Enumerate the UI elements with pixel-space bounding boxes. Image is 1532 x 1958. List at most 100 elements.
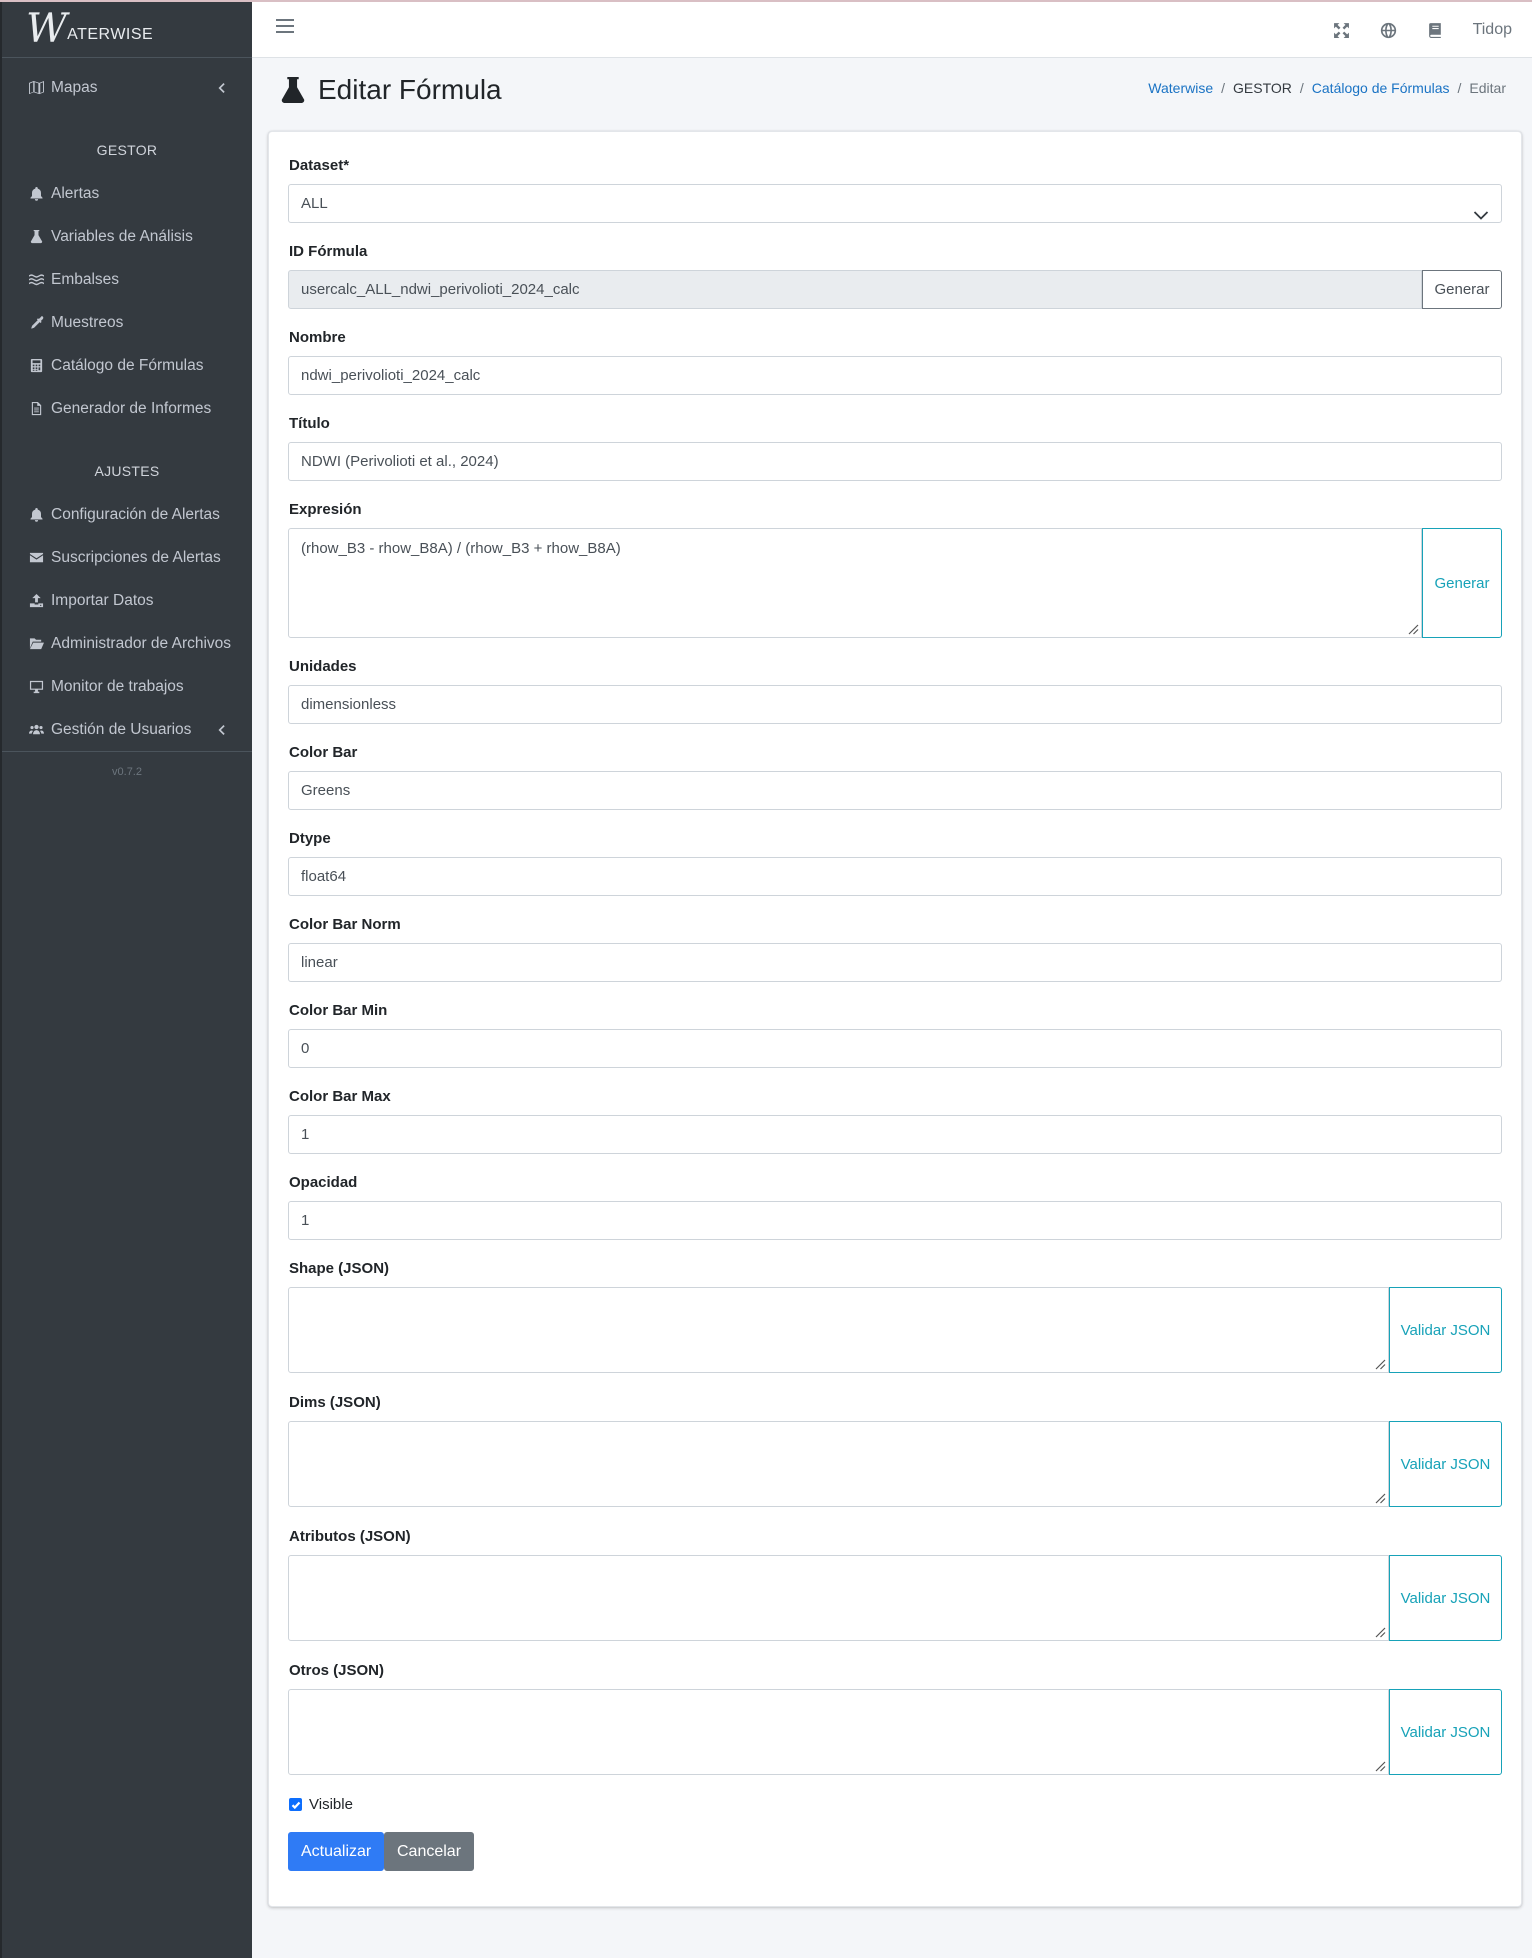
visible-checkbox[interactable] (289, 1798, 302, 1811)
resize-grip-icon[interactable] (1373, 1491, 1386, 1504)
page-title-text: Editar Fórmula (318, 74, 502, 105)
sidebar-item-label: Configuración de Alertas (51, 505, 220, 523)
chevron-left-icon (216, 723, 226, 735)
unidades-input[interactable]: dimensionless (288, 685, 1502, 724)
color-bar-input[interactable]: Greens (288, 771, 1502, 810)
sidebar-item-alertas[interactable]: Alertas (2, 172, 252, 215)
globe-icon[interactable] (1379, 20, 1399, 40)
sidebar-item-label: Suscripciones de Alertas (51, 548, 221, 566)
sidebar-header-ajustes: AJUSTES (94, 463, 160, 479)
page-title: Editar Fórmula (280, 74, 502, 106)
expand-icon[interactable] (1332, 20, 1352, 40)
chevron-left-icon (216, 81, 226, 93)
sidebar-item-monitor-trabajos[interactable]: Monitor de trabajos (2, 665, 252, 708)
sidebar-item-label: Monitor de trabajos (51, 677, 184, 695)
map-icon (28, 80, 44, 96)
shape-json-label: Shape (JSON) (289, 1260, 390, 1277)
brand-logo[interactable]: W ATERWISE (2, 0, 252, 58)
color-bar-label: Color Bar (289, 744, 358, 761)
visible-label: Visible (309, 1796, 353, 1813)
sidebar-item-configuracion-alertas[interactable]: Configuración de Alertas (2, 493, 252, 536)
breadcrumb-separator: / (1221, 80, 1226, 96)
users-icon (28, 722, 44, 738)
top-accent-line (0, 0, 1532, 2)
sidebar-item-administrador-archivos[interactable]: Administrador de Archivos (2, 622, 252, 665)
folder-open-icon (28, 636, 44, 652)
cancel-button[interactable]: Cancelar (384, 1832, 475, 1871)
sidebar-item-importar-datos[interactable]: Importar Datos (2, 579, 252, 622)
validate-otros-json-button[interactable]: Validar JSON (1389, 1689, 1502, 1775)
dtype-input[interactable]: float64 (288, 857, 1502, 896)
dims-json-textarea[interactable] (288, 1421, 1389, 1507)
opacidad-input[interactable]: 1 (288, 1201, 1502, 1240)
color-bar-min-label: Color Bar Min (289, 1002, 388, 1019)
top-navbar: Tidop (252, 2, 1532, 58)
file-icon (28, 401, 44, 417)
update-button[interactable]: Actualizar (288, 1832, 385, 1871)
dataset-select[interactable]: ALL (288, 184, 1502, 223)
resize-grip-icon[interactable] (1373, 1759, 1386, 1772)
sidebar-item-suscripciones-alertas[interactable]: Suscripciones de Alertas (2, 536, 252, 579)
shape-json-textarea[interactable] (288, 1287, 1389, 1373)
sidebar-nav: Mapas GESTOR Alertas Variables de Anális… (2, 58, 252, 778)
sidebar-divider (2, 751, 252, 752)
visible-checkbox-row[interactable]: Visible (289, 1796, 353, 1813)
color-bar-max-label: Color Bar Max (289, 1088, 391, 1105)
breadcrumb-section: GESTOR (1233, 80, 1292, 96)
content-header: Editar Fórmula Waterwise / GESTOR / Catá… (252, 58, 1532, 130)
book-icon[interactable] (1426, 20, 1446, 40)
resize-grip-icon[interactable] (1373, 1625, 1386, 1638)
opacidad-label: Opacidad (289, 1174, 358, 1191)
sidebar-item-mapas[interactable]: Mapas (2, 66, 252, 109)
resize-grip-icon[interactable] (1406, 622, 1419, 635)
color-bar-norm-input[interactable]: linear (288, 943, 1502, 982)
breadcrumb-link-catalogo[interactable]: Catálogo de Fórmulas (1312, 80, 1450, 96)
water-icon (28, 272, 44, 288)
sidebar-item-variables-analisis[interactable]: Variables de Análisis (2, 215, 252, 258)
sidebar-item-catalogo-formulas[interactable]: Catálogo de Fórmulas (2, 344, 252, 387)
breadcrumb-link-home[interactable]: Waterwise (1148, 80, 1213, 96)
validate-shape-json-button[interactable]: Validar JSON (1389, 1287, 1502, 1373)
color-bar-min-input[interactable]: 0 (288, 1029, 1502, 1068)
sidebar-item-label: Muestreos (51, 313, 124, 331)
sidebar-item-label: Importar Datos (51, 591, 154, 609)
nombre-input[interactable]: ndwi_perivolioti_2024_calc (288, 356, 1502, 395)
menu-toggle-icon[interactable] (276, 19, 294, 35)
sidebar-item-generador-informes[interactable]: Generador de Informes (2, 387, 252, 430)
sidebar-item-label: Administrador de Archivos (51, 634, 232, 652)
resize-grip-icon[interactable] (1373, 1357, 1386, 1370)
validate-dims-json-button[interactable]: Validar JSON (1389, 1421, 1502, 1507)
sidebar-item-label: Gestión de Usuarios (51, 720, 192, 738)
generate-expression-button[interactable]: Generar (1422, 528, 1502, 638)
otros-json-textarea[interactable] (288, 1689, 1389, 1775)
sidebar-item-label: Embalses (51, 270, 120, 288)
sidebar: W ATERWISE Mapas GESTOR Alertas Variable… (0, 0, 252, 1958)
desktop-icon (28, 679, 44, 695)
chevron-down-icon (1473, 198, 1489, 220)
color-bar-max-input[interactable]: 1 (288, 1115, 1502, 1154)
id-formula-input[interactable]: usercalc_ALL_ndwi_perivolioti_2024_calc (288, 270, 1422, 309)
bell-icon (28, 507, 44, 523)
bell-icon (28, 186, 44, 202)
generate-id-button[interactable]: Generar (1422, 270, 1502, 309)
sidebar-item-gestion-usuarios[interactable]: Gestión de Usuarios (2, 708, 252, 751)
brand-mark: W (26, 5, 67, 52)
sidebar-item-embalses[interactable]: Embalses (2, 258, 252, 301)
validate-atributos-json-button[interactable]: Validar JSON (1389, 1555, 1502, 1641)
expresion-value: (rhow_B3 - rhow_B8A) / (rhow_B3 + rhow_B… (301, 540, 621, 557)
brand-name: ATERWISE (67, 25, 154, 43)
breadcrumb-separator: / (1299, 80, 1304, 96)
otros-json-label: Otros (JSON) (289, 1662, 385, 1679)
sidebar-item-label: Alertas (51, 184, 100, 202)
app-version: v0.7.2 (112, 766, 142, 778)
envelope-icon (28, 550, 44, 566)
atributos-json-textarea[interactable] (288, 1555, 1389, 1641)
sidebar-item-muestreos[interactable]: Muestreos (2, 301, 252, 344)
atributos-json-label: Atributos (JSON) (289, 1528, 411, 1545)
expresion-textarea[interactable]: (rhow_B3 - rhow_B8A) / (rhow_B3 + rhow_B… (288, 528, 1422, 638)
flask-icon (28, 229, 44, 245)
titulo-input[interactable]: NDWI (Perivolioti et al., 2024) (288, 442, 1502, 481)
user-menu[interactable]: Tidop (1473, 21, 1512, 39)
breadcrumb: Waterwise / GESTOR / Catálogo de Fórmula… (1148, 80, 1506, 96)
sidebar-header-gestor: GESTOR (96, 142, 158, 158)
